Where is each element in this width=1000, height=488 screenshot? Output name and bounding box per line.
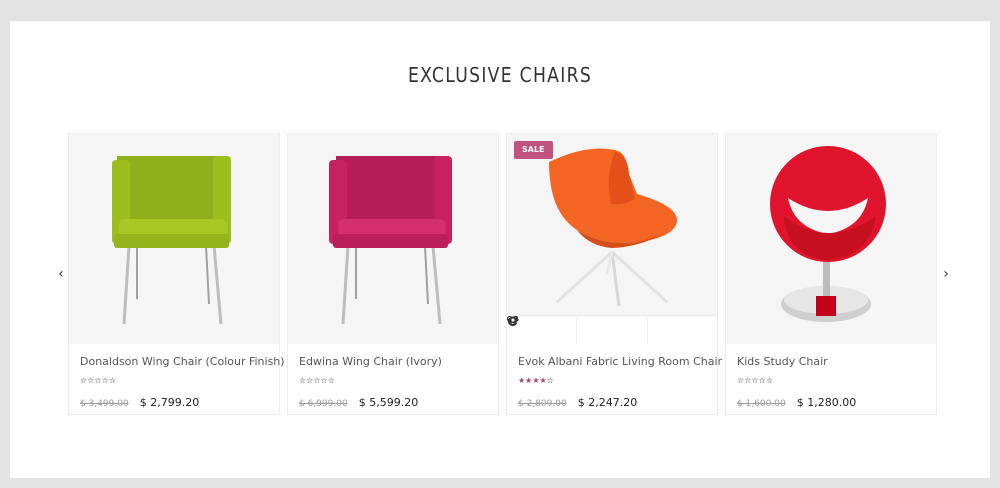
product-image[interactable] xyxy=(288,134,498,344)
product-price: $ 3,499.00 $ 2,799.20 xyxy=(80,391,199,410)
wishlist-button[interactable] xyxy=(507,316,648,344)
product-rating: ☆☆☆☆☆ xyxy=(737,376,773,385)
sale-price: $ 2,247.20 xyxy=(577,396,638,409)
compare-button[interactable] xyxy=(507,316,717,344)
product-card[interactable]: Kids Study Chair ☆☆☆☆☆ $ 1,600.00 $ 1,28… xyxy=(725,133,937,415)
product-image[interactable] xyxy=(69,134,279,344)
product-name[interactable]: Donaldson Wing Chair (Colour Finish) xyxy=(80,355,285,368)
product-name[interactable]: Edwina Wing Chair (Ivory) xyxy=(299,355,442,368)
product-image[interactable] xyxy=(726,134,936,344)
product-rating: ☆☆☆☆☆ xyxy=(80,376,116,385)
carousel-next-button[interactable]: › xyxy=(938,265,954,283)
section-title: EXCLUSIVE CHAIRS xyxy=(407,63,593,87)
product-card[interactable]: Donaldson Wing Chair (Colour Finish) ☆☆☆… xyxy=(68,133,285,415)
product-rating: ★★★★☆ xyxy=(518,376,554,385)
old-price: $ 3,499.00 xyxy=(80,399,129,409)
carousel-prev-button[interactable]: ‹ xyxy=(53,265,69,283)
chevron-left-icon: ‹ xyxy=(58,266,64,282)
old-price: $ 6,999.00 xyxy=(299,399,348,409)
sale-price: $ 1,280.00 xyxy=(796,396,857,409)
featured-products-panel: EXCLUSIVE CHAIRS ‹ › Donaldson Wing Chai… xyxy=(10,21,990,478)
sale-price: $ 5,599.20 xyxy=(358,396,419,409)
product-actions xyxy=(507,315,717,344)
product-name[interactable]: Kids Study Chair xyxy=(737,355,828,368)
product-card[interactable]: SALE Evok Albani Fabric Living Room Chai… xyxy=(506,133,722,415)
product-price: $ 6,999.00 $ 5,599.20 xyxy=(299,391,418,410)
sale-badge: SALE xyxy=(514,141,553,159)
product-name[interactable]: Evok Albani Fabric Living Room Chair xyxy=(518,355,722,368)
old-price: $ 2,809.00 xyxy=(518,399,567,409)
old-price: $ 1,600.00 xyxy=(737,399,786,409)
product-price: $ 1,600.00 $ 1,280.00 xyxy=(737,391,856,410)
chevron-right-icon: › xyxy=(943,266,949,282)
product-image[interactable]: SALE xyxy=(507,134,717,344)
product-card[interactable]: Edwina Wing Chair (Ivory) ☆☆☆☆☆ $ 6,999.… xyxy=(287,133,499,415)
product-carousel: Donaldson Wing Chair (Colour Finish) ☆☆☆… xyxy=(68,133,938,415)
product-rating: ☆☆☆☆☆ xyxy=(299,376,335,385)
sale-price: $ 2,799.20 xyxy=(139,396,200,409)
product-price: $ 2,809.00 $ 2,247.20 xyxy=(518,391,637,410)
